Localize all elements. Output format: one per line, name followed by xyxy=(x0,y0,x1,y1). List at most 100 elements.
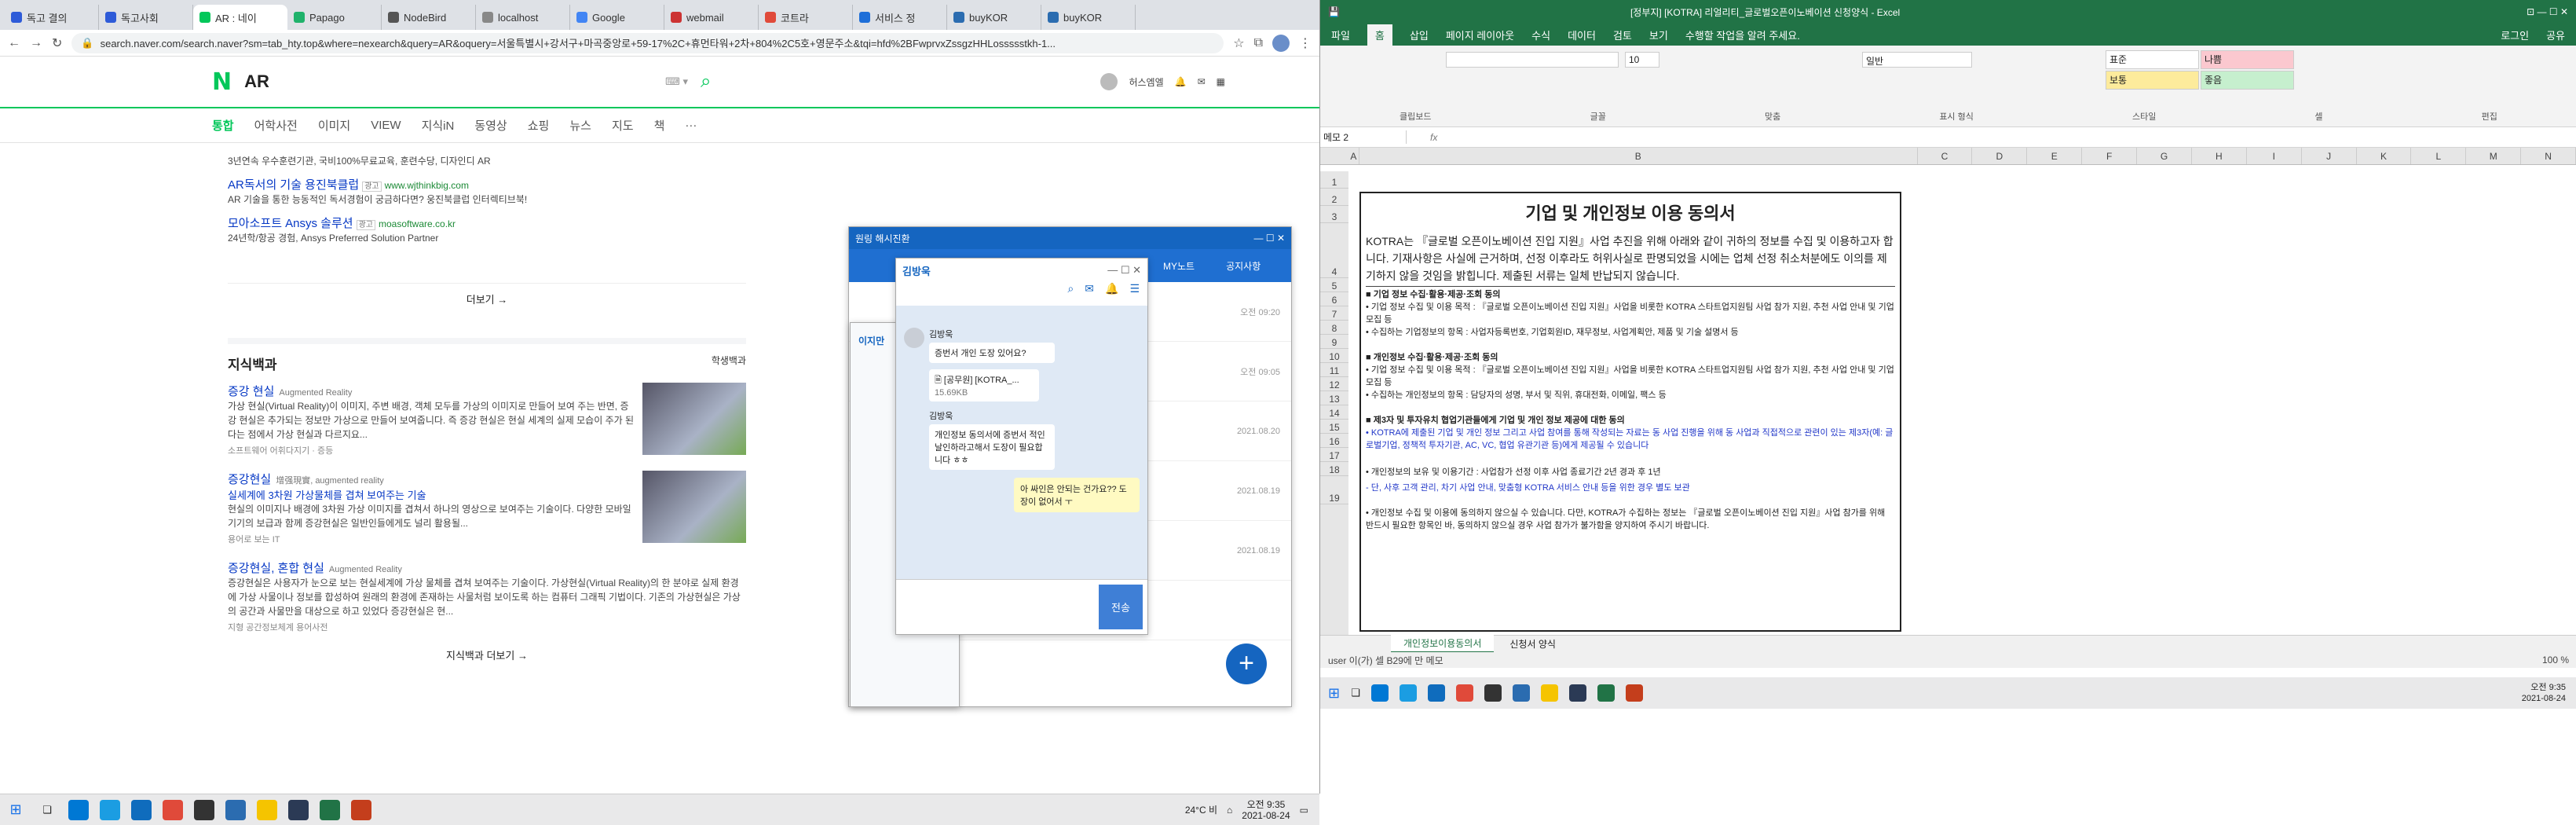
search-icon[interactable]: ⌕ xyxy=(1067,282,1074,306)
row-header[interactable]: 15 xyxy=(1320,420,1348,434)
browser-tab[interactable]: Google xyxy=(570,5,664,30)
taskbar-app-icon[interactable] xyxy=(1484,684,1502,702)
column-header[interactable]: I xyxy=(2247,148,2302,164)
network-icon[interactable]: ⌂ xyxy=(1227,805,1232,816)
taskbar-app-icon[interactable] xyxy=(288,799,309,820)
number-format-select[interactable]: 일반 xyxy=(1862,52,1972,68)
naver-tab[interactable]: 쇼핑 xyxy=(528,117,550,134)
browser-tab[interactable]: 코트라 xyxy=(759,5,853,30)
row-header[interactable]: 14 xyxy=(1320,405,1348,420)
ad-url[interactable]: www.wjthinkbig.com xyxy=(385,180,469,191)
column-header[interactable]: E xyxy=(2027,148,2083,164)
task-view-icon[interactable]: ❏ xyxy=(1351,687,1360,699)
row-header[interactable]: 1 xyxy=(1320,171,1348,189)
clock-time[interactable]: 오전 9:35 xyxy=(2522,682,2566,693)
row-header[interactable]: 2 xyxy=(1320,189,1348,206)
taskbar-app-icon[interactable] xyxy=(131,799,152,820)
kb-item-source[interactable]: 소프트웨어 어휘다지기 · 증등 xyxy=(228,444,635,456)
window-controls[interactable]: — ☐ ✕ xyxy=(1254,233,1285,244)
kb-item-title[interactable]: 증강현실, 혼합 현실 xyxy=(228,562,324,575)
search-input[interactable]: AR xyxy=(244,72,653,92)
row-header[interactable]: 11 xyxy=(1320,363,1348,377)
cell-style[interactable]: 좋음 xyxy=(2201,71,2294,90)
browser-tab[interactable]: buyKOR xyxy=(947,5,1041,30)
browser-tab[interactable]: buyKOR xyxy=(1041,5,1136,30)
menu-icon[interactable]: ☰ xyxy=(1129,282,1140,306)
cell-style[interactable]: 보통 xyxy=(2106,71,2199,90)
font-size-select[interactable]: 10 xyxy=(1625,52,1659,68)
ribbon-tab[interactable]: 검토 xyxy=(1613,28,1632,42)
task-view-icon[interactable]: ❏ xyxy=(31,804,63,816)
naver-tab[interactable]: 이미지 xyxy=(318,117,350,134)
taskbar-app-icon[interactable] xyxy=(194,799,214,820)
row-header[interactable]: 7 xyxy=(1320,306,1348,321)
naver-tab[interactable]: 지도 xyxy=(612,117,634,134)
room-window-controls[interactable]: — ☐ ✕ xyxy=(1107,264,1141,277)
naver-logo[interactable]: N xyxy=(212,68,232,96)
column-header[interactable]: N xyxy=(2521,148,2576,164)
ribbon-tab[interactable]: 홈 xyxy=(1367,24,1392,46)
windows-start-icon[interactable]: ⊞ xyxy=(1328,685,1340,702)
window-controls[interactable]: ⊡ — ☐ ✕ xyxy=(2527,6,2568,17)
row-header[interactable]: 10 xyxy=(1320,349,1348,363)
row-header[interactable]: 3 xyxy=(1320,206,1348,223)
column-header[interactable]: F xyxy=(2082,148,2138,164)
mail-icon[interactable]: ✉ xyxy=(1198,76,1206,87)
column-header[interactable]: J xyxy=(2302,148,2357,164)
taskbar-app-icon[interactable] xyxy=(225,799,246,820)
kb-link[interactable]: 학생백과 xyxy=(712,354,746,373)
clock-date[interactable]: 2021-08-24 xyxy=(1242,810,1290,821)
friend-tab[interactable]: 공지사항 xyxy=(1226,259,1261,273)
kb-item-source[interactable]: 지형 공간정보체계 용어사전 xyxy=(228,621,746,633)
notification-icon[interactable]: ▭ xyxy=(1300,805,1308,816)
file-bubble[interactable]: 🗎 [공무원] [KOTRA_... 15.69KB xyxy=(929,369,1039,402)
my-message-bubble[interactable]: 아 싸인은 안되는 건가요?? 도장이 없어서 ㅜ xyxy=(1014,478,1140,512)
bell-icon[interactable]: 🔔 xyxy=(1175,76,1187,87)
browser-tab[interactable]: webmail xyxy=(664,5,759,30)
friend-tab[interactable]: MY노트 xyxy=(1163,259,1195,273)
clock-date[interactable]: 2021-08-24 xyxy=(2522,693,2566,704)
naver-tab[interactable]: 동영상 xyxy=(474,117,507,134)
taskbar-app-icon[interactable] xyxy=(320,799,340,820)
back-icon[interactable]: ← xyxy=(8,36,20,50)
browser-tab[interactable]: 독고 결의 xyxy=(5,5,99,30)
column-header[interactable]: G xyxy=(2137,148,2192,164)
taskbar-app-icon[interactable] xyxy=(1427,684,1445,702)
kb-thumbnail[interactable] xyxy=(642,471,746,543)
row-header[interactable]: 8 xyxy=(1320,321,1348,335)
column-header[interactable]: L xyxy=(2411,148,2467,164)
extensions-icon[interactable]: ⧉ xyxy=(1254,36,1263,50)
taskbar-app-icon[interactable] xyxy=(1625,684,1643,702)
naver-tab[interactable]: ··· xyxy=(685,119,697,132)
chat-room-title[interactable]: 김방욱 xyxy=(902,263,931,278)
taskbar-app-icon[interactable] xyxy=(1540,684,1558,702)
save-icon[interactable]: 💾 xyxy=(1328,6,1340,17)
taskbar-app-icon[interactable] xyxy=(1597,684,1615,702)
taskbar-app-icon[interactable] xyxy=(351,799,371,820)
star-icon[interactable]: ☆ xyxy=(1233,35,1244,51)
naver-tab[interactable]: 책 xyxy=(654,117,665,134)
row-header[interactable]: 4 xyxy=(1320,223,1348,278)
message-bubble[interactable]: 개인정보 동의서에 증번서 적인 날인하라고해서 도장이 필요합니다 ㅎㅎ xyxy=(929,424,1055,470)
bell-icon[interactable]: 🔔 xyxy=(1105,282,1118,306)
mail-icon[interactable]: ✉ xyxy=(1085,282,1094,306)
browser-tab[interactable]: NodeBird xyxy=(382,5,476,30)
row-header[interactable]: 5 xyxy=(1320,278,1348,292)
share-button[interactable]: 공유 xyxy=(2546,28,2565,42)
sheet-grid[interactable]: 기업 및 개인정보 이용 동의서 KOTRA는 『글로벌 오픈이노베이션 진입 … xyxy=(1348,171,2576,658)
profile-avatar[interactable] xyxy=(1272,34,1290,52)
browser-tab[interactable]: AR : 네이 xyxy=(193,5,287,30)
taskbar-app-icon[interactable] xyxy=(1370,684,1389,702)
kb-item-sub[interactable]: 실세계에 3차원 가상물체를 겹쳐 보여주는 기술 xyxy=(228,487,635,502)
browser-tab[interactable]: localhost xyxy=(476,5,570,30)
column-header[interactable]: H xyxy=(2192,148,2247,164)
naver-tab[interactable]: VIEW xyxy=(371,119,401,132)
row-header[interactable]: 18 xyxy=(1320,462,1348,476)
ad-title[interactable]: AR독서의 기술 용진북클럽 xyxy=(228,178,359,192)
taskbar-app-icon[interactable] xyxy=(68,799,89,820)
browser-tab[interactable]: Papago xyxy=(287,5,382,30)
naver-tab[interactable]: 어학사전 xyxy=(254,117,298,134)
kb-item-title[interactable]: 증강현실 xyxy=(228,473,271,486)
send-button[interactable]: 전송 xyxy=(1099,585,1143,629)
taskbar-app-icon[interactable] xyxy=(1399,684,1417,702)
